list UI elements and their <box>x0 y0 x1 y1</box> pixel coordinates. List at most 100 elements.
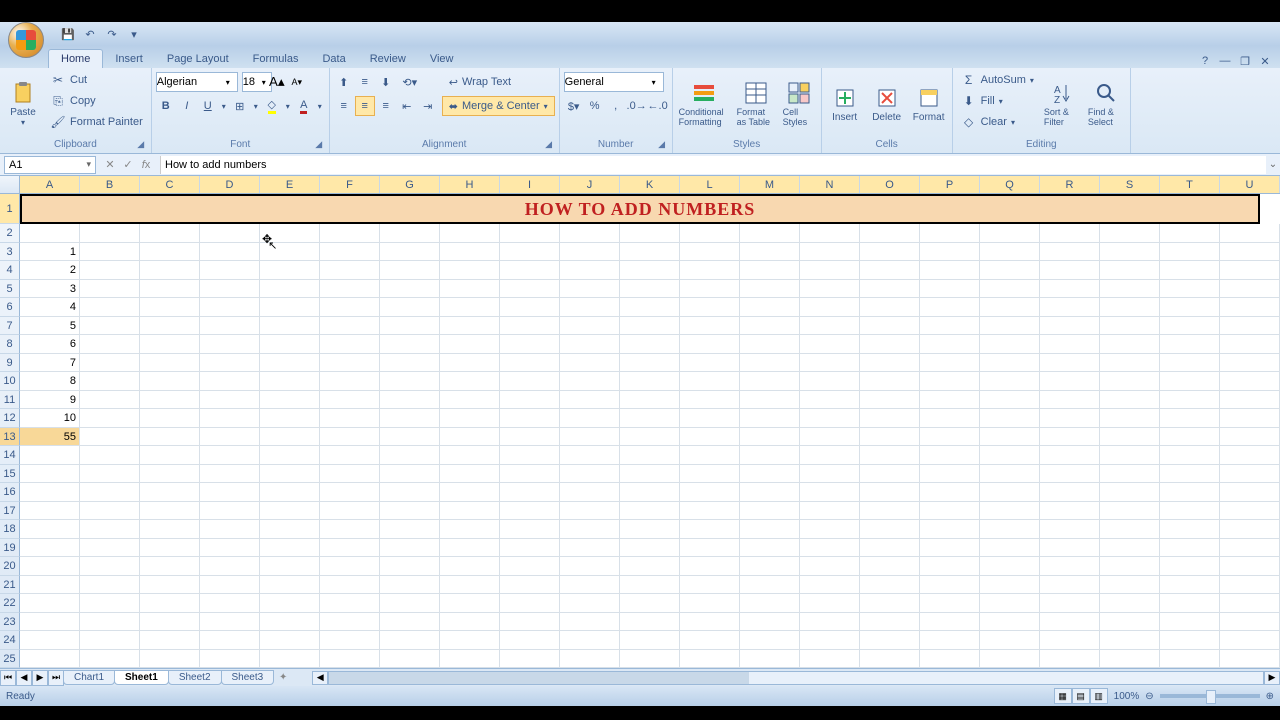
cell-d9[interactable] <box>200 354 260 373</box>
cell-n6[interactable] <box>800 298 860 317</box>
cell-j24[interactable] <box>560 631 620 650</box>
cell-o2[interactable] <box>860 224 920 243</box>
cell-n18[interactable] <box>800 520 860 539</box>
cell-e6[interactable] <box>260 298 320 317</box>
cell-g9[interactable] <box>380 354 440 373</box>
cell-l10[interactable] <box>680 372 740 391</box>
cell-g13[interactable] <box>380 428 440 447</box>
row-header-10[interactable]: 10 <box>0 372 20 391</box>
cell-n23[interactable] <box>800 613 860 632</box>
cell-f6[interactable] <box>320 298 380 317</box>
cell-i13[interactable] <box>500 428 560 447</box>
cell-f14[interactable] <box>320 446 380 465</box>
cell-n19[interactable] <box>800 539 860 558</box>
cell-c14[interactable] <box>140 446 200 465</box>
cell-s14[interactable] <box>1100 446 1160 465</box>
autosum-button[interactable]: ΣAutoSum▾ <box>957 70 1038 90</box>
cell-m6[interactable] <box>740 298 800 317</box>
cell-d25[interactable] <box>200 650 260 669</box>
cell-k3[interactable] <box>620 243 680 262</box>
cell-e16[interactable] <box>260 483 320 502</box>
cell-a10[interactable]: 8 <box>20 372 80 391</box>
sheet-tab-sheet3[interactable]: Sheet3 <box>221 670 275 685</box>
cell-o18[interactable] <box>860 520 920 539</box>
cell-f5[interactable] <box>320 280 380 299</box>
format-painter-button[interactable]: 🖌Format Painter <box>46 112 147 132</box>
cell-u14[interactable] <box>1220 446 1280 465</box>
cell-e8[interactable] <box>260 335 320 354</box>
tab-review[interactable]: Review <box>358 50 418 68</box>
cell-b19[interactable] <box>80 539 140 558</box>
cell-e20[interactable] <box>260 557 320 576</box>
cell-k20[interactable] <box>620 557 680 576</box>
cell-p25[interactable] <box>920 650 980 669</box>
cancel-formula-icon[interactable]: ✕ <box>102 157 118 173</box>
cell-r11[interactable] <box>1040 391 1100 410</box>
cell-p5[interactable] <box>920 280 980 299</box>
paste-button[interactable]: Paste ▾ <box>4 70 42 138</box>
cell-e21[interactable] <box>260 576 320 595</box>
cell-q16[interactable] <box>980 483 1040 502</box>
cell-k4[interactable] <box>620 261 680 280</box>
cell-f23[interactable] <box>320 613 380 632</box>
cell-m4[interactable] <box>740 261 800 280</box>
cell-j8[interactable] <box>560 335 620 354</box>
cell-r8[interactable] <box>1040 335 1100 354</box>
cell-a5[interactable]: 3 <box>20 280 80 299</box>
cell-p16[interactable] <box>920 483 980 502</box>
cell-m25[interactable] <box>740 650 800 669</box>
cell-m9[interactable] <box>740 354 800 373</box>
cell-l22[interactable] <box>680 594 740 613</box>
cell-e11[interactable] <box>260 391 320 410</box>
cell-k21[interactable] <box>620 576 680 595</box>
cell-g16[interactable] <box>380 483 440 502</box>
cell-s2[interactable] <box>1100 224 1160 243</box>
cell-i25[interactable] <box>500 650 560 669</box>
cell-p8[interactable] <box>920 335 980 354</box>
cell-q12[interactable] <box>980 409 1040 428</box>
cell-m24[interactable] <box>740 631 800 650</box>
cell-f12[interactable] <box>320 409 380 428</box>
cell-c2[interactable] <box>140 224 200 243</box>
cell-s18[interactable] <box>1100 520 1160 539</box>
cell-t2[interactable] <box>1160 224 1220 243</box>
cell-a2[interactable] <box>20 224 80 243</box>
cell-f24[interactable] <box>320 631 380 650</box>
cell-f22[interactable] <box>320 594 380 613</box>
cell-t13[interactable] <box>1160 428 1220 447</box>
cell-t25[interactable] <box>1160 650 1220 669</box>
cell-n14[interactable] <box>800 446 860 465</box>
cell-p21[interactable] <box>920 576 980 595</box>
cell-n7[interactable] <box>800 317 860 336</box>
cell-h16[interactable] <box>440 483 500 502</box>
cell-g17[interactable] <box>380 502 440 521</box>
cell-g19[interactable] <box>380 539 440 558</box>
cell-i22[interactable] <box>500 594 560 613</box>
cell-e17[interactable] <box>260 502 320 521</box>
cell-l16[interactable] <box>680 483 740 502</box>
cell-b20[interactable] <box>80 557 140 576</box>
cell-l20[interactable] <box>680 557 740 576</box>
cell-n17[interactable] <box>800 502 860 521</box>
cell-c3[interactable] <box>140 243 200 262</box>
cell-p7[interactable] <box>920 317 980 336</box>
cell-k13[interactable] <box>620 428 680 447</box>
cell-i6[interactable] <box>500 298 560 317</box>
cell-p22[interactable] <box>920 594 980 613</box>
cell-i15[interactable] <box>500 465 560 484</box>
cell-d4[interactable] <box>200 261 260 280</box>
col-header-c[interactable]: C <box>140 176 200 193</box>
cell-o24[interactable] <box>860 631 920 650</box>
row-header-3[interactable]: 3 <box>0 243 20 262</box>
sheet-nav-last[interactable]: ⏭ <box>48 670 64 686</box>
cell-m18[interactable] <box>740 520 800 539</box>
tab-page-layout[interactable]: Page Layout <box>155 50 241 68</box>
cell-u18[interactable] <box>1220 520 1280 539</box>
cell-q22[interactable] <box>980 594 1040 613</box>
cell-p14[interactable] <box>920 446 980 465</box>
col-header-k[interactable]: K <box>620 176 680 193</box>
cell-i23[interactable] <box>500 613 560 632</box>
cell-c6[interactable] <box>140 298 200 317</box>
cell-u24[interactable] <box>1220 631 1280 650</box>
cell-q25[interactable] <box>980 650 1040 669</box>
